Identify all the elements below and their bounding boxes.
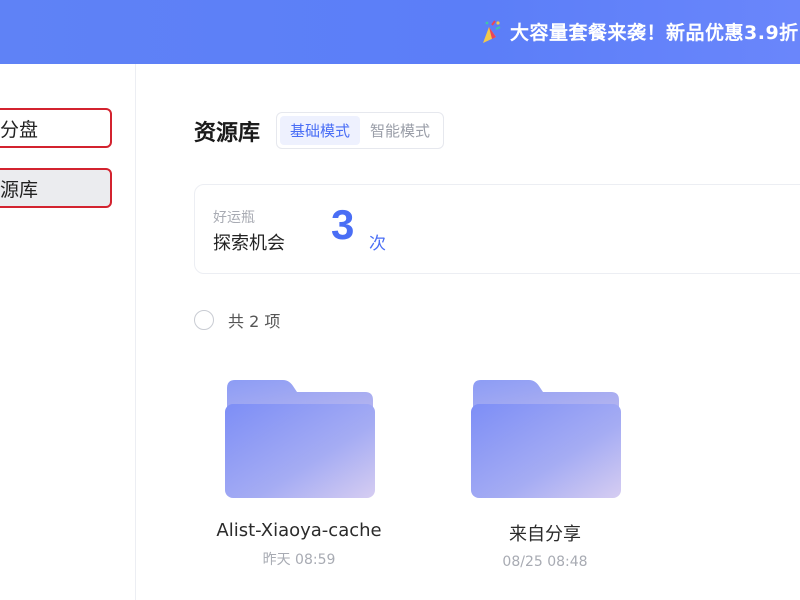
promo-banner[interactable]: 大容量套餐来袭！新品优惠3.9折 bbox=[0, 0, 800, 64]
sidebar-item-label: 分盘 bbox=[0, 118, 39, 141]
sidebar: 分盘 源库 bbox=[0, 64, 136, 600]
folder-icon bbox=[225, 380, 375, 498]
select-all-row: 共 2 项 bbox=[194, 308, 280, 332]
item-count: 共 2 项 bbox=[228, 312, 281, 331]
sidebar-item-my-drive[interactable]: 分盘 bbox=[0, 108, 112, 148]
mode-basic-button[interactable]: 基础模式 bbox=[280, 116, 361, 145]
file-time: 昨天 08:59 bbox=[262, 552, 336, 568]
page-title: 资源库 bbox=[194, 120, 261, 146]
party-popper-icon bbox=[483, 19, 501, 43]
file-name: 来自分享 bbox=[509, 524, 581, 545]
mode-switch: 基础模式 智能模式 bbox=[276, 112, 445, 149]
promo-banner-content[interactable]: 大容量套餐来袭！新品优惠3.9折 bbox=[480, 18, 799, 45]
select-all-radio[interactable] bbox=[194, 310, 214, 330]
folder-icon bbox=[471, 380, 621, 498]
title-row: 资源库 基础模式 智能模式 bbox=[194, 112, 445, 149]
lucky-bottle-card[interactable]: 好运瓶 探索机会 3 次 bbox=[194, 184, 800, 274]
sidebar-item-resource-library[interactable]: 源库 bbox=[0, 168, 112, 208]
file-name: Alist-Xiaoya-cache bbox=[216, 520, 382, 541]
explore-chance-label: 探索机会 bbox=[213, 233, 285, 254]
file-time: 08/25 08:48 bbox=[502, 554, 588, 570]
file-item-from-share[interactable]: 来自分享 08/25 08:48 bbox=[450, 374, 640, 584]
mode-smart-button[interactable]: 智能模式 bbox=[360, 116, 440, 145]
chance-unit: 次 bbox=[369, 234, 386, 254]
main-content: 资源库 基础模式 智能模式 好运瓶 探索机会 3 次 共 2 项 Alist-X… bbox=[136, 64, 800, 600]
sidebar-item-label: 源库 bbox=[0, 178, 39, 201]
chance-count: 3 bbox=[331, 201, 355, 248]
lucky-bottle-label: 好运瓶 bbox=[213, 210, 255, 226]
promo-banner-text: 大容量套餐来袭！新品优惠3.9折 bbox=[510, 22, 799, 44]
file-item-alist-xiaoya-cache[interactable]: Alist-Xiaoya-cache 昨天 08:59 bbox=[204, 374, 394, 584]
